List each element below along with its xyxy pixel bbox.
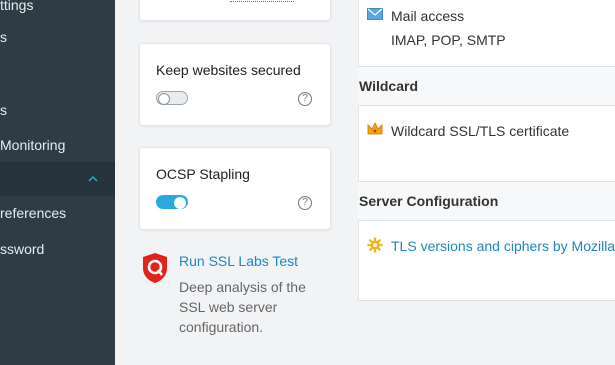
section-title: Wildcard — [359, 78, 418, 94]
mail-access-label: Mail access — [391, 8, 465, 24]
mail-access-protocols: IMAP, POP, SMTP — [391, 32, 506, 48]
run-ssl-labs-test-link[interactable]: Run SSL Labs Test — [179, 253, 298, 269]
toggle-knob — [174, 197, 186, 209]
sidebar-item-label: ssword — [0, 241, 45, 257]
section-title: Server Configuration — [359, 193, 499, 209]
mail-icon — [367, 8, 383, 20]
keep-websites-secured-toggle[interactable] — [156, 91, 188, 105]
sidebar: ttings s s Monitoring references ssword — [0, 0, 115, 365]
sidebar-item-label: Monitoring — [0, 137, 66, 153]
sidebar-item[interactable]: s — [0, 20, 115, 54]
link-underline-partial[interactable] — [230, 1, 294, 2]
sidebar-item-preferences[interactable]: references — [0, 196, 115, 230]
sidebar-item-label: ttings — [0, 0, 34, 13]
sidebar-item[interactable]: s — [0, 93, 115, 127]
sidebar-item-password[interactable]: ssword — [0, 232, 115, 266]
gear-icon — [367, 237, 383, 253]
sidebar-item-active[interactable] — [0, 162, 115, 196]
card-title: OCSP Stapling — [156, 166, 250, 182]
wildcard-section-header: Wildcard — [358, 66, 615, 106]
keep-websites-secured-card: Keep websites secured ? — [139, 43, 331, 126]
toggle-knob — [158, 93, 170, 105]
ocsp-stapling-toggle[interactable] — [156, 195, 188, 209]
tls-versions-link[interactable]: TLS versions and ciphers by Mozilla — [391, 238, 615, 254]
settings-card-top — [139, 0, 331, 21]
sidebar-item-label: s — [0, 29, 7, 45]
divider — [358, 300, 615, 301]
sidebar-item-monitoring[interactable]: Monitoring — [0, 128, 115, 162]
chevron-up-icon — [88, 175, 98, 182]
server-configuration-section-header: Server Configuration — [358, 181, 615, 221]
wildcard-certificate-label: Wildcard SSL/TLS certificate — [391, 123, 570, 139]
help-icon[interactable]: ? — [298, 196, 312, 210]
help-icon[interactable]: ? — [298, 92, 312, 106]
sidebar-item-label: s — [0, 102, 7, 118]
ocsp-stapling-card: OCSP Stapling ? — [139, 147, 331, 230]
sidebar-item-settings[interactable]: ttings — [0, 0, 115, 22]
card-title: Keep websites secured — [156, 62, 301, 78]
sidebar-item-label: references — [0, 205, 67, 221]
crown-icon — [367, 122, 383, 135]
qualys-shield-icon — [143, 253, 167, 283]
ssl-labs-description: Deep analysis of the SSL web server conf… — [179, 279, 306, 335]
